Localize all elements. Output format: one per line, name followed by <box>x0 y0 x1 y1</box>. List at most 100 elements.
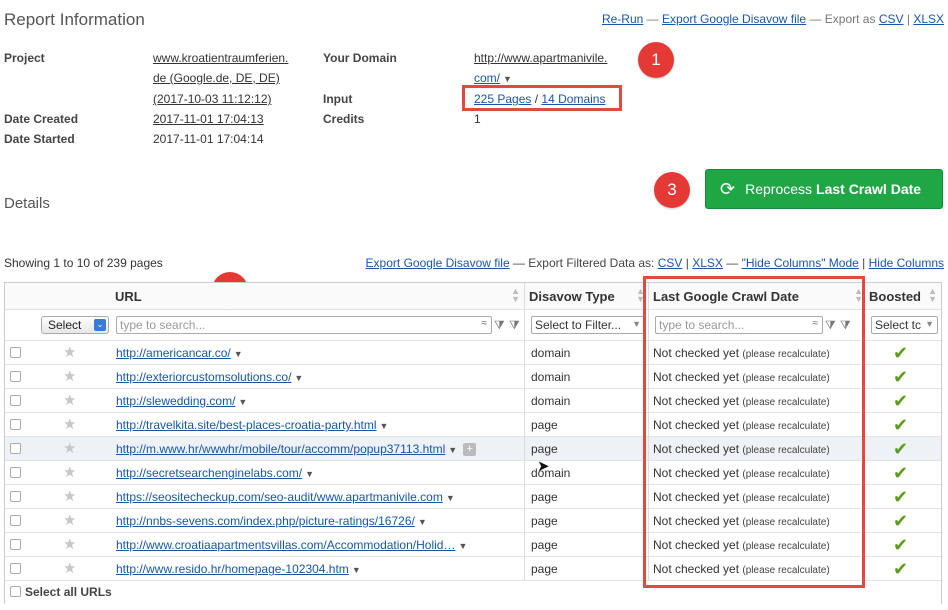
export-disavow-link[interactable]: Export Google Disavow file <box>662 12 806 26</box>
annotation-badge-3: 3 <box>654 172 690 208</box>
column-header-boosted[interactable]: Boosted <box>869 283 921 310</box>
export-disavow-link[interactable]: Export Google Disavow file <box>366 256 510 270</box>
export-csv-link[interactable]: CSV <box>658 256 683 270</box>
input-label: Input <box>323 92 353 106</box>
caret-down-icon[interactable]: ▼ <box>234 349 243 359</box>
disavow-type-cell: domain <box>531 394 571 408</box>
checkmark-icon: ✔ <box>893 463 909 483</box>
date-created-value[interactable]: 2017-11-01 17:04:13 <box>153 112 264 126</box>
sort-icon[interactable]: ▲ ▼ <box>511 287 520 304</box>
filter-add-icon[interactable]: ⧩ <box>494 318 505 333</box>
row-checkbox[interactable] <box>10 395 21 406</box>
star-icon[interactable]: ★ <box>63 461 76 485</box>
sort-icon[interactable]: ▲ ▼ <box>928 287 937 304</box>
project-link-line1[interactable]: www.kroatientraumferien. <box>153 51 288 65</box>
export-xlsx-link[interactable]: XLSX <box>692 256 723 270</box>
separator: — <box>726 256 739 270</box>
expand-icon[interactable]: + <box>463 443 477 457</box>
url-link[interactable]: http://secretsearchenginelabs.com/ <box>116 466 302 480</box>
clear-icon[interactable]: ≈ <box>482 318 488 329</box>
project-link-line2[interactable]: de (Google.de, DE, DE) <box>153 71 280 85</box>
reprocess-button[interactable]: ⟳ Reprocess Last Crawl Date <box>705 169 943 209</box>
checkmark-icon: ✔ <box>893 439 909 459</box>
url-link[interactable]: http://exteriorcustomsolutions.co/ <box>116 370 291 384</box>
star-icon[interactable]: ★ <box>63 341 76 365</box>
star-icon[interactable]: ★ <box>63 365 76 389</box>
row-checkbox[interactable] <box>10 515 21 526</box>
caret-down-icon[interactable]: ▼ <box>446 493 455 503</box>
reprocess-label: Reprocess <box>745 181 813 197</box>
url-cell: https://seositecheckup.com/seo-audit/www… <box>116 485 455 509</box>
row-checkbox[interactable] <box>10 347 21 358</box>
select-dropdown[interactable]: Select ⌄ <box>41 316 109 334</box>
input-pages-link[interactable]: 225 Pages <box>474 92 531 106</box>
domain-link-line2[interactable]: com/ <box>474 71 500 85</box>
column-header-disavow-type[interactable]: Disavow Type <box>529 283 615 310</box>
export-as-label: — Export as <box>809 12 876 26</box>
url-cell: http://exteriorcustomsolutions.co/▼ <box>116 365 303 389</box>
row-checkbox[interactable] <box>10 491 21 502</box>
caret-down-icon[interactable]: ▼ <box>418 517 427 527</box>
star-icon[interactable]: ★ <box>63 389 76 413</box>
star-icon[interactable]: ★ <box>63 413 76 437</box>
rerun-link[interactable]: Re-Run <box>602 12 643 26</box>
domain-link-line1[interactable]: http://www.apartmanivile. <box>474 51 607 65</box>
url-link[interactable]: http://www.resido.hr/homepage-102304.htm <box>116 562 349 576</box>
checkmark-icon: ✔ <box>893 415 909 435</box>
url-link[interactable]: http://m.www.hr/wwwhr/mobile/tour/accomm… <box>116 442 445 456</box>
star-icon[interactable]: ★ <box>63 557 76 581</box>
report-title: Report Information <box>4 10 145 29</box>
select-all-checkbox[interactable] <box>10 586 21 597</box>
row-checkbox[interactable] <box>10 563 21 574</box>
row-checkbox[interactable] <box>10 443 21 454</box>
select-all-label[interactable]: Select all URLs <box>25 581 112 603</box>
star-icon[interactable]: ★ <box>63 533 76 557</box>
checkmark-icon: ✔ <box>893 391 909 411</box>
project-link-line3[interactable]: (2017-10-03 11:12:12) <box>153 92 272 106</box>
caret-down-icon[interactable]: ▼ <box>380 421 389 431</box>
row-checkbox[interactable] <box>10 371 21 382</box>
date-created-label: Date Created <box>4 112 79 126</box>
report-actions: Re-Run — Export Google Disavow file — Ex… <box>602 12 944 26</box>
checkmark-icon: ✔ <box>893 559 909 579</box>
hide-columns-link[interactable]: Hide Columns <box>869 256 944 270</box>
column-divider <box>524 283 525 581</box>
url-link[interactable]: http://nnbs-sevens.com/index.php/picture… <box>116 514 415 528</box>
disavow-type-cell: page <box>531 418 558 432</box>
boosted-filter-select[interactable]: Select tc ▼ <box>871 316 938 334</box>
url-cell: http://travelkita.site/best-places-croat… <box>116 413 388 437</box>
star-icon[interactable]: ★ <box>63 509 76 533</box>
url-link[interactable]: https://seositecheckup.com/seo-audit/www… <box>116 490 443 504</box>
column-header-url[interactable]: URL <box>115 283 142 310</box>
row-checkbox[interactable] <box>10 539 21 550</box>
export-xlsx-link[interactable]: XLSX <box>913 12 944 26</box>
url-link[interactable]: http://travelkita.site/best-places-croat… <box>116 418 377 432</box>
caret-down-icon[interactable]: ▼ <box>448 445 457 455</box>
reprocess-label-bold: Last Crawl Date <box>816 181 922 197</box>
caret-down-icon[interactable]: ▼ <box>352 565 361 575</box>
showing-count: Showing 1 to 10 of 239 pages <box>4 256 163 270</box>
star-icon[interactable]: ★ <box>63 437 76 461</box>
url-cell: http://secretsearchenginelabs.com/▼ <box>116 461 314 485</box>
export-filtered-label: — Export Filtered Data as: <box>512 256 655 270</box>
row-checkbox[interactable] <box>10 467 21 478</box>
filter-remove-icon[interactable]: ⧩ <box>509 318 520 333</box>
star-icon[interactable]: ★ <box>63 485 76 509</box>
url-link[interactable]: http://www.croatiaapartmentsvillas.com/A… <box>116 538 455 552</box>
caret-down-icon[interactable]: ▼ <box>294 373 303 383</box>
hide-columns-mode-link[interactable]: "Hide Columns" Mode <box>742 256 859 270</box>
row-checkbox[interactable] <box>10 419 21 430</box>
credits-value: 1 <box>474 112 481 126</box>
export-csv-link[interactable]: CSV <box>879 12 904 26</box>
caret-down-icon[interactable]: ▼ <box>305 469 314 479</box>
caret-down-icon[interactable]: ▼ <box>503 74 512 84</box>
url-link[interactable]: http://americancar.co/ <box>116 346 231 360</box>
url-link[interactable]: http://slewedding.com/ <box>116 394 235 408</box>
input-domains-link[interactable]: 14 Domains <box>541 92 605 106</box>
disavow-type-filter-select[interactable]: Select to Filter... ▼ <box>531 316 645 334</box>
checkmark-icon: ✔ <box>893 511 909 531</box>
url-search-input[interactable]: type to search... ≈ <box>116 316 492 334</box>
caret-down-icon[interactable]: ▼ <box>238 397 247 407</box>
separator: | <box>685 256 689 270</box>
caret-down-icon[interactable]: ▼ <box>458 541 467 551</box>
